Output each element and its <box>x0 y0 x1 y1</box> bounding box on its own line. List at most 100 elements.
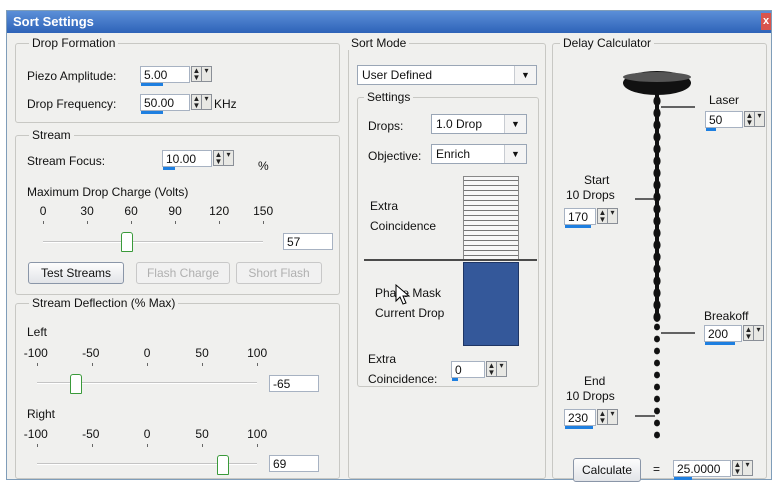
spin-dropdown-icon[interactable]: ▾ <box>755 112 764 126</box>
spin-down-icon[interactable]: ▼ <box>214 158 223 166</box>
spin-dropdown-icon[interactable]: ▾ <box>224 151 233 165</box>
charge-tick-label: 0 <box>39 204 47 218</box>
left-value: -65 <box>273 377 291 391</box>
short-flash-button[interactable]: Short Flash <box>236 262 322 284</box>
end-label-line1: End <box>584 374 606 388</box>
piezo-amplitude-field[interactable]: 5.00 <box>140 66 190 86</box>
spin-dropdown-icon[interactable]: ▾ <box>202 95 211 109</box>
charge-value-field[interactable]: 57 <box>283 233 333 250</box>
spin-dropdown-icon[interactable]: ▾ <box>608 209 617 223</box>
stream-focus-label: Stream Focus: <box>27 154 106 168</box>
sort-settings-window: Sort Settings x Drop Formation Piezo Amp… <box>6 10 772 482</box>
result-field[interactable]: 25.0000 <box>673 460 731 480</box>
right-tick-mark <box>92 444 93 447</box>
coincidence-stripe <box>464 255 518 256</box>
spin-dropdown-icon[interactable]: ▾ <box>608 410 617 424</box>
spin-dropdown-icon[interactable]: ▾ <box>743 461 752 475</box>
charge-slider-thumb[interactable] <box>120 232 133 252</box>
max-drop-charge-label: Maximum Drop Charge (Volts) <box>27 185 189 199</box>
spin-down-icon[interactable]: ▼ <box>745 119 754 127</box>
spin-down-icon[interactable]: ▼ <box>487 369 496 377</box>
extra-coincidence-field[interactable]: 0 <box>451 361 485 381</box>
right-value-field[interactable]: 69 <box>269 455 319 472</box>
laser-spinner[interactable]: ▲ ▼ ▾ <box>744 111 765 127</box>
spin-down-icon[interactable]: ▼ <box>744 333 753 341</box>
end-field[interactable]: 230 <box>564 409 596 429</box>
laser-field[interactable]: 50 <box>705 111 743 131</box>
test-streams-button[interactable]: Test Streams <box>28 262 124 284</box>
spin-down-icon[interactable]: ▼ <box>192 74 201 82</box>
right-tick-label: 0 <box>143 427 151 441</box>
drops-dropdown[interactable]: 1.0 Drop ▼ <box>431 114 527 134</box>
charge-tick-label: 90 <box>168 204 182 218</box>
chevron-down-icon[interactable]: ▼ <box>514 66 536 84</box>
right-slider-thumb[interactable] <box>216 455 229 475</box>
drop-formation-group <box>15 43 340 123</box>
charge-tick-mark <box>43 221 44 224</box>
left-tick-mark <box>37 363 38 366</box>
right-tick-mark <box>147 444 148 447</box>
close-icon[interactable]: x <box>761 13 771 30</box>
coincidence-stripe <box>464 180 518 181</box>
coincidence-stripe <box>464 210 518 211</box>
coincidence-stripe <box>464 230 518 231</box>
left-value-field[interactable]: -65 <box>269 375 319 392</box>
calculate-button[interactable]: Calculate <box>573 458 641 482</box>
piezo-amplitude-value: 5.00 <box>144 68 168 82</box>
extra-coincidence-top-line1: Extra <box>370 199 399 213</box>
right-tick-label: -100 <box>23 427 48 441</box>
charge-value: 57 <box>287 235 301 249</box>
drop-frequency-spinner[interactable]: ▲ ▼ ▾ <box>191 94 212 110</box>
spin-down-icon[interactable]: ▼ <box>733 468 742 476</box>
current-drop-label: Current Drop <box>375 306 445 320</box>
charge-tick-mark <box>87 221 88 224</box>
start-spinner[interactable]: ▲ ▼ ▾ <box>597 208 618 224</box>
spin-down-icon[interactable]: ▼ <box>192 102 201 110</box>
spin-dropdown-icon[interactable]: ▾ <box>497 362 506 376</box>
flash-charge-button[interactable]: Flash Charge <box>136 262 230 284</box>
extra-coincidence-bottom-line2: Coincidence: <box>368 372 438 386</box>
charge-slider-track[interactable] <box>43 241 263 243</box>
coincidence-stripe <box>464 195 518 196</box>
charge-tick-label: 60 <box>124 204 138 218</box>
start-field[interactable]: 170 <box>564 208 596 228</box>
extra-coincidence-value: 0 <box>455 363 462 377</box>
end-spinner[interactable]: ▲ ▼ ▾ <box>597 409 618 425</box>
coincidence-stripe <box>464 240 518 241</box>
left-tick-label: 0 <box>143 346 151 360</box>
coincidence-stripe <box>464 225 518 226</box>
piezo-amplitude-spinner[interactable]: ▲ ▼ ▾ <box>191 66 212 82</box>
spin-down-icon[interactable]: ▼ <box>598 417 607 425</box>
stream-focus-spinner[interactable]: ▲ ▼ ▾ <box>213 150 234 166</box>
sort-mode-dropdown[interactable]: User Defined ▼ <box>357 65 537 85</box>
objective-label: Objective: <box>368 149 422 163</box>
left-tick-label: 100 <box>247 346 268 360</box>
left-slider-thumb[interactable] <box>69 374 82 394</box>
drop-formation-legend: Drop Formation <box>29 36 119 50</box>
charge-tick-label: 30 <box>80 204 94 218</box>
spin-down-icon[interactable]: ▼ <box>598 216 607 224</box>
equals-sign: = <box>653 462 661 476</box>
spin-dropdown-icon[interactable]: ▾ <box>754 326 763 340</box>
start-label-line1: Start <box>584 173 610 187</box>
stream-focus-unit: % <box>258 159 269 173</box>
breakoff-field[interactable]: 200 <box>704 325 742 345</box>
extra-coincidence-spinner[interactable]: ▲ ▼ ▾ <box>486 361 507 377</box>
chevron-down-icon[interactable]: ▼ <box>504 115 526 133</box>
result-spinner[interactable]: ▲ ▼ ▾ <box>732 460 753 476</box>
drops-value: 1.0 Drop <box>436 117 483 131</box>
objective-dropdown[interactable]: Enrich ▼ <box>431 144 527 164</box>
charge-tick-label: 150 <box>253 204 274 218</box>
breakoff-spinner[interactable]: ▲ ▼ ▾ <box>743 325 764 341</box>
coincidence-stripe <box>464 245 518 246</box>
end-label-line2: 10 Drops <box>566 389 615 403</box>
drop-frequency-field[interactable]: 50.00 <box>140 94 190 114</box>
current-drop-divider <box>364 259 537 261</box>
left-tick-label: 50 <box>195 346 209 360</box>
spin-dropdown-icon[interactable]: ▾ <box>202 67 211 81</box>
stream-focus-field[interactable]: 10.00 <box>162 150 212 170</box>
chevron-down-icon[interactable]: ▼ <box>504 145 526 163</box>
stream-focus-value: 10.00 <box>166 152 197 166</box>
right-tick-label: 50 <box>195 427 209 441</box>
charge-tick-mark <box>131 221 132 224</box>
